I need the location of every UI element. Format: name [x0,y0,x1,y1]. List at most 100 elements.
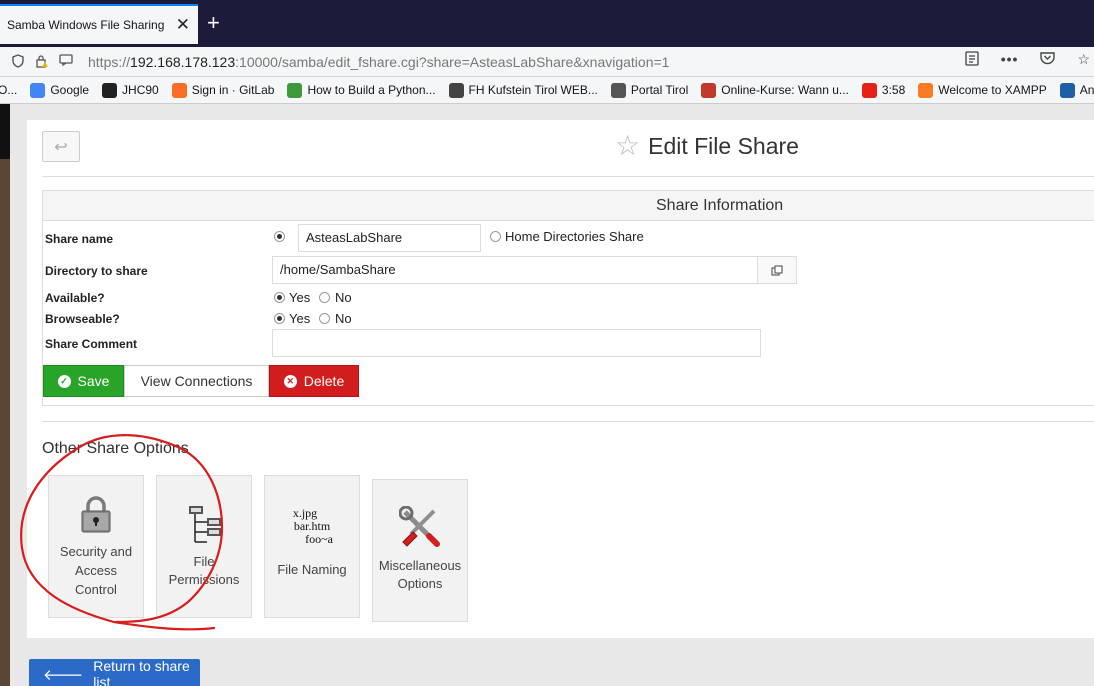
home-directories-radio[interactable] [490,231,501,242]
permissions-card-line1: File [193,554,215,569]
other-options-title: Other Share Options [42,440,189,457]
misc-card-line2: Options [397,576,443,591]
bookmark-item[interactable]: How to Build a Python... [287,82,436,98]
bookmark-label: Sign in · GitLab [191,83,275,97]
available-yes-label: Yes [289,290,311,305]
bookmark-item[interactable]: Sign in · GitLab [171,82,275,98]
github-icon [102,82,118,98]
miscellaneous-options-card[interactable]: Miscellaneous Options [372,479,468,622]
side-frame [0,104,10,686]
file-chooser-icon [771,264,783,276]
bookmark-star-icon[interactable]: ☆ [1077,51,1090,69]
check-icon: ✓ [57,374,71,388]
bookmark-item[interactable]: 3:58 [861,82,906,98]
naming-card-label: File Naming [277,562,347,577]
bookmark-item[interactable]: Anmeld [1059,82,1094,98]
file-permissions-card[interactable]: File Permissions [156,475,252,618]
close-circle-icon: ✕ [283,374,297,388]
url-bar[interactable]: https://192.168.178.123:10000/samba/edit… [2,48,1094,75]
bookmark-item[interactable]: JHC90 [102,82,159,98]
bookmark-item[interactable]: O... [0,83,17,97]
save-label: Save [77,373,110,389]
bookmark-item[interactable]: Portal Tirol [610,82,689,98]
browseable-label: Browseable? [45,312,120,326]
home-directories-label: Home Directories Share [505,229,644,244]
side-frame-top [0,104,10,159]
url-actions: ••• ☆ [965,51,1094,69]
browseable-yes-radio[interactable] [274,313,285,324]
bookmark-label: Anmeld [1079,83,1094,97]
gitlab-icon [171,82,187,98]
bookmark-item[interactable]: Google [30,82,89,98]
available-yes-radio[interactable] [274,292,285,303]
page-title: Edit File Share [648,132,799,159]
save-button[interactable]: ✓ Save [43,365,124,397]
directory-input[interactable]: /home/SambaShare [272,256,758,284]
file-naming-card[interactable]: x.jpg bar.htm foo~a File Naming [264,475,360,618]
favorite-star-icon[interactable]: ☆ [615,131,640,161]
file-chooser-button[interactable] [757,256,797,284]
browser-tab[interactable]: Samba Windows File Sharing — ✕ [0,4,198,44]
return-to-share-list-button[interactable]: 🡐 Return to share list [29,658,200,686]
divider [42,421,1094,422]
padlock-icon [81,496,111,533]
bookmark-label: Portal Tirol [630,83,689,97]
reader-view-icon[interactable] [965,51,979,69]
bookmark-item[interactable]: Welcome to XAMPP [918,82,1047,98]
leaf-icon [287,82,303,98]
portal-icon [610,82,626,98]
security-access-control-card[interactable]: Security and Access Control [48,475,144,618]
misc-card-line1: Miscellaneous [378,558,462,573]
bookmark-label: Welcome to XAMPP [938,83,1047,97]
close-tab-icon[interactable]: ✕ [176,15,190,35]
security-card-line2: Access [75,563,117,578]
comment-input[interactable] [272,329,761,357]
view-connections-label: View Connections [140,373,253,389]
available-no-label: No [335,290,352,305]
arrow-left-icon: 🡐 [43,666,84,684]
bookmark-label: O... [0,83,18,97]
new-tab-icon[interactable]: + [207,10,220,36]
bookmark-item[interactable]: Online-Kurse: Wann u... [701,82,849,98]
bookmark-label: FH Kufstein Tirol WEB... [468,83,598,97]
view-connections-button[interactable]: View Connections [124,365,269,397]
tools-icon [399,506,440,547]
share-name-input[interactable]: AsteasLabShare [298,224,481,252]
bookmark-label: JHC90 [122,83,159,97]
delete-label: Delete [303,373,345,389]
back-arrow-icon[interactable]: ↩ [42,131,80,162]
directory-label: Directory to share [45,264,148,278]
comment-label: Share Comment [45,337,138,351]
globe-icon [448,82,464,98]
delete-button[interactable]: ✕ Delete [269,365,359,397]
naming-icon-text-3: foo~a [305,532,333,546]
udemy-icon [701,82,717,98]
youtube-icon [861,82,877,98]
shield-icon[interactable] [10,53,26,70]
permissions-icon[interactable] [58,53,74,70]
share-name-label: Share name [45,232,114,246]
available-label: Available? [45,291,105,305]
more-actions-icon[interactable]: ••• [1001,51,1019,69]
pocket-icon[interactable] [1040,51,1056,69]
browseable-no-radio[interactable] [319,313,330,324]
bookmark-item[interactable]: FH Kufstein Tirol WEB... [448,82,598,98]
browseable-yes-label: Yes [289,311,311,326]
browser-tab-bar: Samba Windows File Sharing — ✕ + [0,0,1094,47]
divider [42,176,1094,177]
bookmark-label: How to Build a Python... [307,83,436,97]
available-no-radio[interactable] [319,292,330,303]
lock-warning-icon[interactable] [34,54,50,70]
url-text[interactable]: https://192.168.178.123:10000/samba/edit… [88,54,669,70]
bookmarks-toolbar: O... Google JHC90 Sign in · GitLab How to Bu… [0,77,1094,104]
tab-title: Samba Windows File Sharing — [7,18,167,32]
bookmark-label: 3:58 [881,83,906,97]
section-header: Share Information [43,191,1094,221]
share-name-radio[interactable] [274,231,285,242]
browseable-no-label: No [335,311,352,326]
return-label: Return to share list [93,658,190,686]
xampp-icon [918,82,934,98]
security-card-line1: Security and [59,544,133,559]
permissions-card-line2: Permissions [168,572,240,587]
page-header: ☆ Edit File Share [615,131,799,161]
